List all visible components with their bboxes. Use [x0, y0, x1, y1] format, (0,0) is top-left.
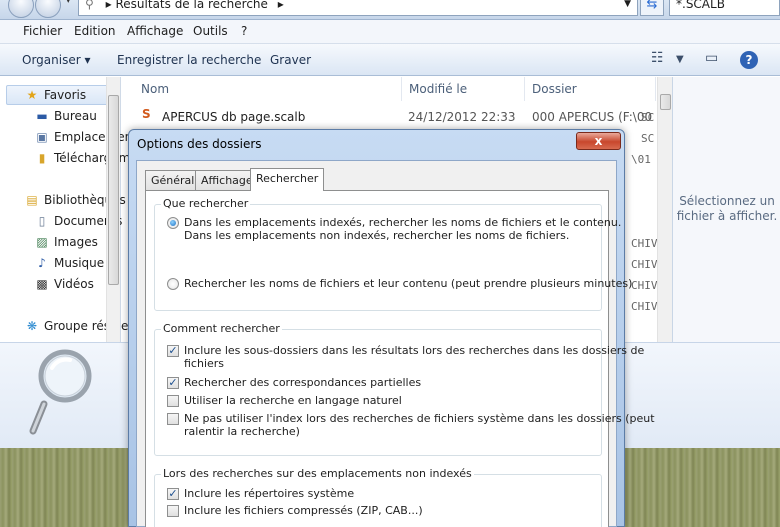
recent-places-icon: ▣ — [36, 130, 48, 144]
address-bar: ▾ ⚲ ▸ Résultats de la recherche ▸ ▼ ⇆ *.… — [0, 0, 780, 20]
checkbox-no-index[interactable] — [167, 413, 179, 425]
nav-videos[interactable]: ▩ Vidéos — [34, 275, 94, 293]
breadcrumb-chevron-icon[interactable]: ▸ — [278, 0, 284, 11]
file-name: APERCUS db page.scalb — [162, 110, 306, 124]
search-folder-icon: ⚲ — [85, 0, 94, 11]
path-separator: ▸ — [105, 0, 112, 11]
checkbox-partial[interactable]: ✓ — [167, 377, 179, 389]
back-button[interactable] — [8, 0, 34, 18]
group-label: Comment rechercher — [161, 322, 282, 335]
radio-indexed[interactable] — [167, 217, 179, 229]
homegroup-icon: ❋ — [26, 319, 38, 333]
preview-pane: Sélectionnez un fichier à afficher. — [672, 77, 780, 342]
column-header-folder[interactable]: Dossier — [524, 77, 656, 101]
dialog-body: Général Affichage Rechercher Que recherc… — [136, 160, 655, 527]
menu-view[interactable]: Affichage — [127, 24, 183, 38]
close-button[interactable]: x — [576, 132, 621, 150]
nav-desktop[interactable]: ▬ Bureau — [34, 107, 97, 125]
menu-file[interactable]: Fichier — [23, 24, 62, 38]
nav-music[interactable]: ♪ Musique — [34, 254, 104, 272]
folder-options-dialog: Options des dossiers x Général Affichage… — [128, 129, 655, 527]
downloads-folder-icon: ▮ — [38, 151, 46, 165]
navigation-pane: ★ Favoris ▬ Bureau ▣ Emplacements récents ▮… — [0, 77, 192, 342]
documents-icon: ▯ — [38, 214, 46, 228]
libraries-icon: ▤ — [26, 193, 38, 207]
list-scrollbar-thumb[interactable] — [660, 94, 671, 110]
checkbox-subfolders[interactable]: ✓ — [167, 345, 179, 357]
breadcrumb-location[interactable]: Résultats de la recherche — [115, 0, 267, 11]
file-row[interactable]: S APERCUS db page.scalb 24/12/2012 22:33… — [130, 107, 656, 129]
column-header-name[interactable]: Nom — [133, 77, 402, 101]
refresh-icon[interactable]: ⇆ — [640, 0, 664, 16]
magnifier-icon — [29, 349, 92, 435]
column-header-modified[interactable]: Modifié le — [401, 77, 525, 101]
folder-fragment: SC — [641, 132, 655, 145]
group-label: Que rechercher — [161, 197, 251, 210]
burn-button[interactable]: Graver — [270, 53, 311, 67]
nav-favorites[interactable]: ★ Favoris — [24, 86, 87, 104]
preview-pane-icon[interactable]: ▭ — [705, 50, 718, 66]
desktop-icon: ▬ — [36, 109, 48, 123]
nav-scrollbar-thumb[interactable] — [108, 95, 119, 285]
scalb-file-icon: S — [142, 107, 151, 121]
checkbox-natural-language[interactable] — [167, 395, 179, 407]
tab-general[interactable]: Général — [145, 170, 201, 190]
list-scrollbar[interactable] — [657, 77, 672, 342]
dialog-title: Options des dossiers — [137, 137, 262, 151]
checkbox-system-dirs[interactable]: ✓ — [167, 488, 179, 500]
file-folder: 000 APERCUS (F:\00 — [532, 110, 653, 124]
recent-pages-chevron-icon[interactable]: ▾ — [66, 0, 71, 6]
menu-edit[interactable]: Edition — [74, 24, 116, 38]
folder-fragment: SC — [641, 111, 655, 124]
what-to-search-group: Que rechercher Dans les emplacements ind… — [154, 197, 632, 311]
file-modified: 24/12/2012 22:33 — [408, 110, 516, 124]
images-icon: ▨ — [36, 235, 48, 249]
preview-message: Sélectionnez un fichier à afficher. — [676, 194, 778, 223]
menu-help[interactable]: ? — [241, 24, 247, 38]
radio-always[interactable] — [167, 278, 179, 290]
address-dropdown-icon[interactable]: ▼ — [624, 0, 631, 13]
save-search-button[interactable]: Enregistrer la recherche — [117, 53, 261, 67]
view-options-icon[interactable]: ☷ — [651, 50, 664, 66]
search-tab-panel: Que rechercher Dans les emplacements ind… — [145, 190, 655, 527]
non-indexed-group: Lors des recherches sur des emplacements… — [154, 467, 602, 527]
view-dropdown-icon[interactable]: ▼ — [676, 54, 684, 65]
group-label: Lors des recherches sur des emplacements… — [161, 467, 474, 480]
help-icon[interactable]: ? — [740, 51, 758, 69]
how-to-search-group: Comment rechercher ✓ Inclure les sous-do… — [154, 322, 655, 456]
nav-images[interactable]: ▨ Images — [34, 233, 98, 251]
search-input[interactable]: *.SCALB — [669, 0, 780, 16]
music-icon: ♪ — [38, 256, 46, 270]
menu-bar: Fichier Edition Affichage Outils ? — [0, 20, 780, 44]
tab-search[interactable]: Rechercher — [250, 168, 325, 191]
videos-icon: ▩ — [36, 277, 48, 291]
organize-button[interactable]: Organiser ▾ — [22, 53, 90, 67]
star-icon: ★ — [26, 88, 38, 102]
checkbox-compressed[interactable] — [167, 505, 179, 517]
forward-button[interactable] — [35, 0, 61, 18]
nav-scrollbar[interactable] — [106, 77, 120, 342]
address-field[interactable]: ⚲ ▸ Résultats de la recherche ▸ ▼ — [78, 0, 638, 16]
menu-tools[interactable]: Outils — [193, 24, 228, 38]
command-bar: Organiser ▾ Enregistrer la recherche Gra… — [0, 44, 780, 76]
